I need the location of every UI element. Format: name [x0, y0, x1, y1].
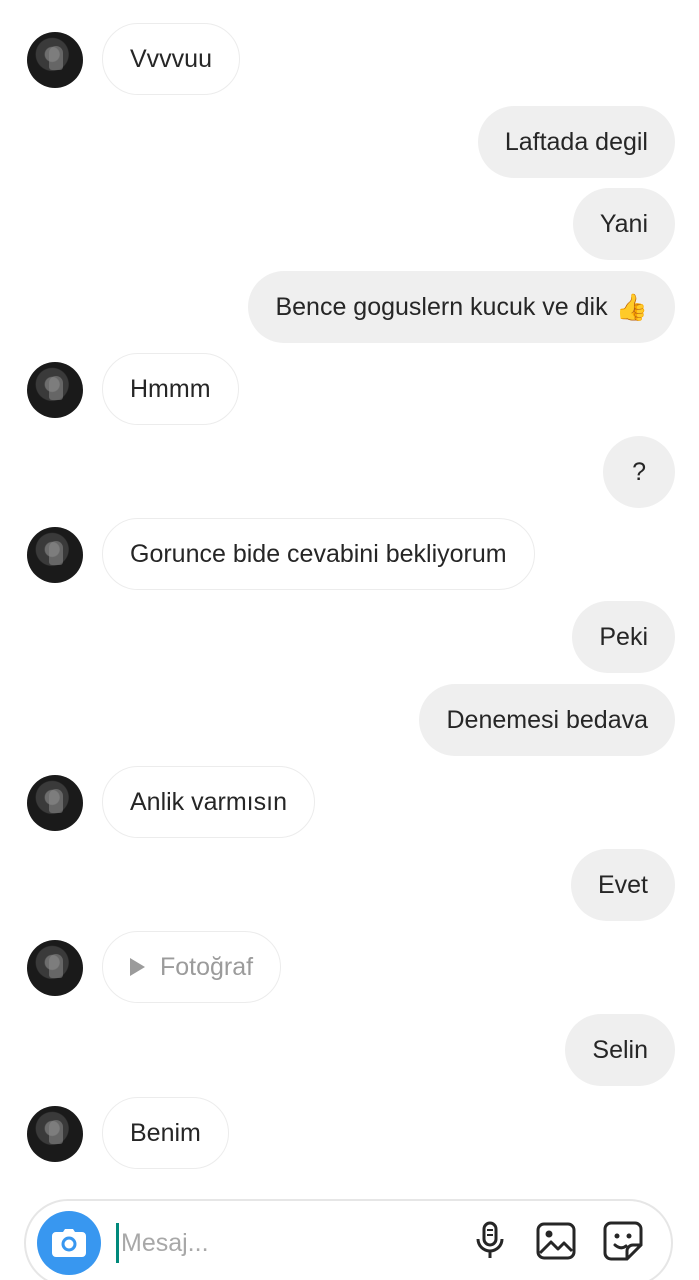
message-row-outgoing: Bence goguslern kucuk ve dik 👍 [0, 271, 699, 343]
gallery-icon [536, 1222, 576, 1260]
message-row-incoming: Gorunce bide cevabini bekliyorum [0, 518, 699, 590]
message-row-incoming: Hmmm [0, 353, 699, 425]
message-row-outgoing: Evet [0, 849, 699, 921]
outgoing-message[interactable]: Bence goguslern kucuk ve dik 👍 [248, 271, 675, 343]
avatar[interactable] [27, 362, 83, 418]
message-composer [24, 1199, 673, 1280]
outgoing-message[interactable]: Evet [570, 849, 675, 921]
outgoing-message[interactable]: Peki [572, 601, 675, 673]
outgoing-message[interactable]: Selin [565, 1014, 675, 1086]
thumbs-up-icon: 👍 [615, 292, 648, 322]
outgoing-message[interactable]: Yani [572, 188, 675, 260]
camera-button[interactable] [37, 1211, 101, 1275]
outgoing-message[interactable]: ? [603, 436, 675, 508]
gallery-button[interactable] [534, 1219, 578, 1263]
message-row-outgoing: Denemesi bedava [0, 684, 699, 756]
message-row-outgoing: Laftada degil [0, 106, 699, 178]
message-row-outgoing: Yani [0, 188, 699, 260]
avatar[interactable] [27, 940, 83, 996]
incoming-message[interactable]: Anlik varmısın [102, 766, 315, 838]
message-row-outgoing: Peki [0, 601, 699, 673]
message-row-incoming: Benim [0, 1097, 699, 1169]
photo-label: Fotoğraf [160, 952, 254, 981]
incoming-message[interactable]: Vvvvuu [102, 23, 240, 95]
microphone-icon [476, 1221, 504, 1258]
photo-message[interactable]: Fotoğraf [102, 931, 282, 1003]
microphone-button[interactable] [468, 1219, 512, 1263]
camera-icon [52, 1229, 86, 1257]
outgoing-message[interactable]: Denemesi bedava [419, 684, 675, 756]
message-row-incoming: Vvvvuu [0, 23, 699, 95]
incoming-message[interactable]: Benim [102, 1097, 229, 1169]
outgoing-message[interactable]: Laftada degil [477, 106, 675, 178]
sticker-button[interactable] [601, 1219, 645, 1263]
message-row-incoming: Fotoğraf [0, 931, 699, 1003]
message-row-incoming: Anlik varmısın [0, 766, 699, 838]
incoming-message[interactable]: Gorunce bide cevabini bekliyorum [102, 518, 535, 590]
avatar[interactable] [27, 32, 83, 88]
play-icon [130, 958, 145, 976]
message-input[interactable] [116, 1223, 446, 1263]
sticker-icon [603, 1221, 643, 1261]
avatar[interactable] [27, 1106, 83, 1162]
avatar[interactable] [27, 775, 83, 831]
message-row-outgoing: Selin [0, 1014, 699, 1086]
chat-thread: Vvvvuu Laftada degil Yani Bence gogusler… [0, 0, 699, 1280]
avatar[interactable] [27, 527, 83, 583]
message-row-outgoing: ? [0, 436, 699, 508]
message-text: Bence goguslern kucuk ve dik [275, 292, 608, 321]
incoming-message[interactable]: Hmmm [102, 353, 239, 425]
